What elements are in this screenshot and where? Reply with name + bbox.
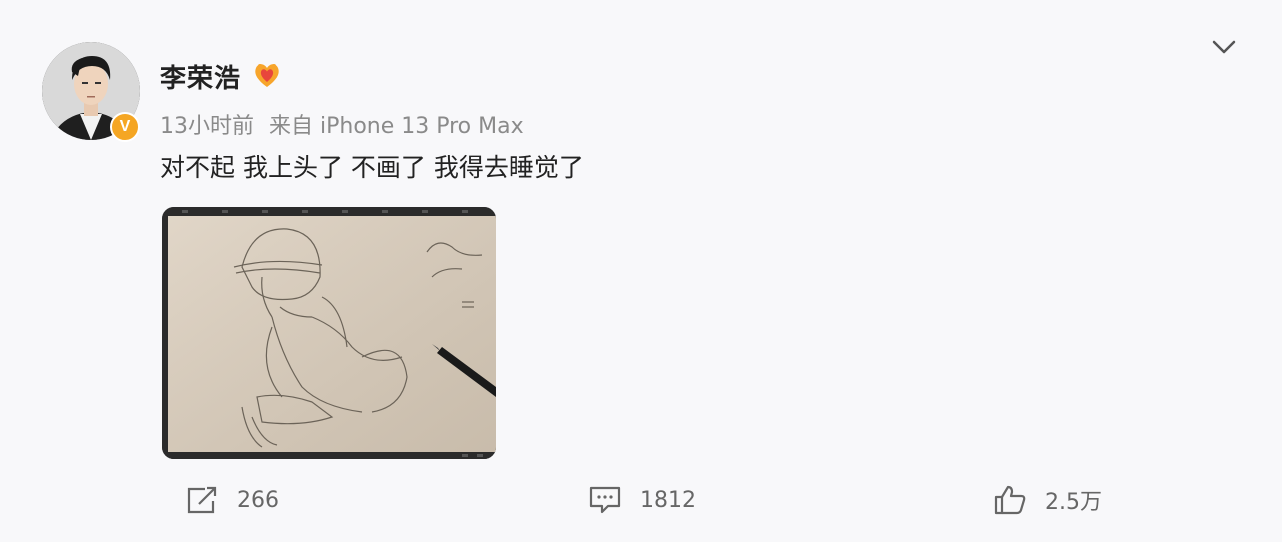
like-count: 2.5万 bbox=[1045, 490, 1102, 515]
repost-count: 266 bbox=[237, 487, 279, 513]
member-heart-badge-icon[interactable] bbox=[252, 60, 282, 90]
verified-badge: V bbox=[110, 112, 140, 142]
post-meta: 13小时前 来自 iPhone 13 Pro Max bbox=[160, 108, 524, 140]
post-source: 来自 iPhone 13 Pro Max bbox=[269, 114, 524, 139]
comment-button[interactable]: 1812 bbox=[588, 482, 696, 518]
like-button[interactable]: 2.5万 bbox=[993, 482, 1102, 518]
weibo-post-card: V 李荣浩 13小时前 来自 iPhone 13 Pro Max 对不起 我上头… bbox=[0, 0, 1282, 542]
post-image[interactable] bbox=[162, 207, 496, 459]
chevron-down-icon[interactable] bbox=[1208, 34, 1240, 60]
repost-button[interactable]: 266 bbox=[185, 482, 279, 518]
thumbs-up-icon bbox=[994, 485, 1026, 515]
post-timestamp[interactable]: 13小时前 bbox=[160, 114, 254, 139]
post-text: 对不起 我上头了 不画了 我得去睡觉了 bbox=[160, 153, 584, 182]
repost-icon bbox=[187, 486, 217, 514]
user-name[interactable]: 李荣浩 bbox=[160, 58, 241, 95]
comment-icon bbox=[589, 486, 621, 514]
comment-count: 1812 bbox=[640, 487, 696, 513]
